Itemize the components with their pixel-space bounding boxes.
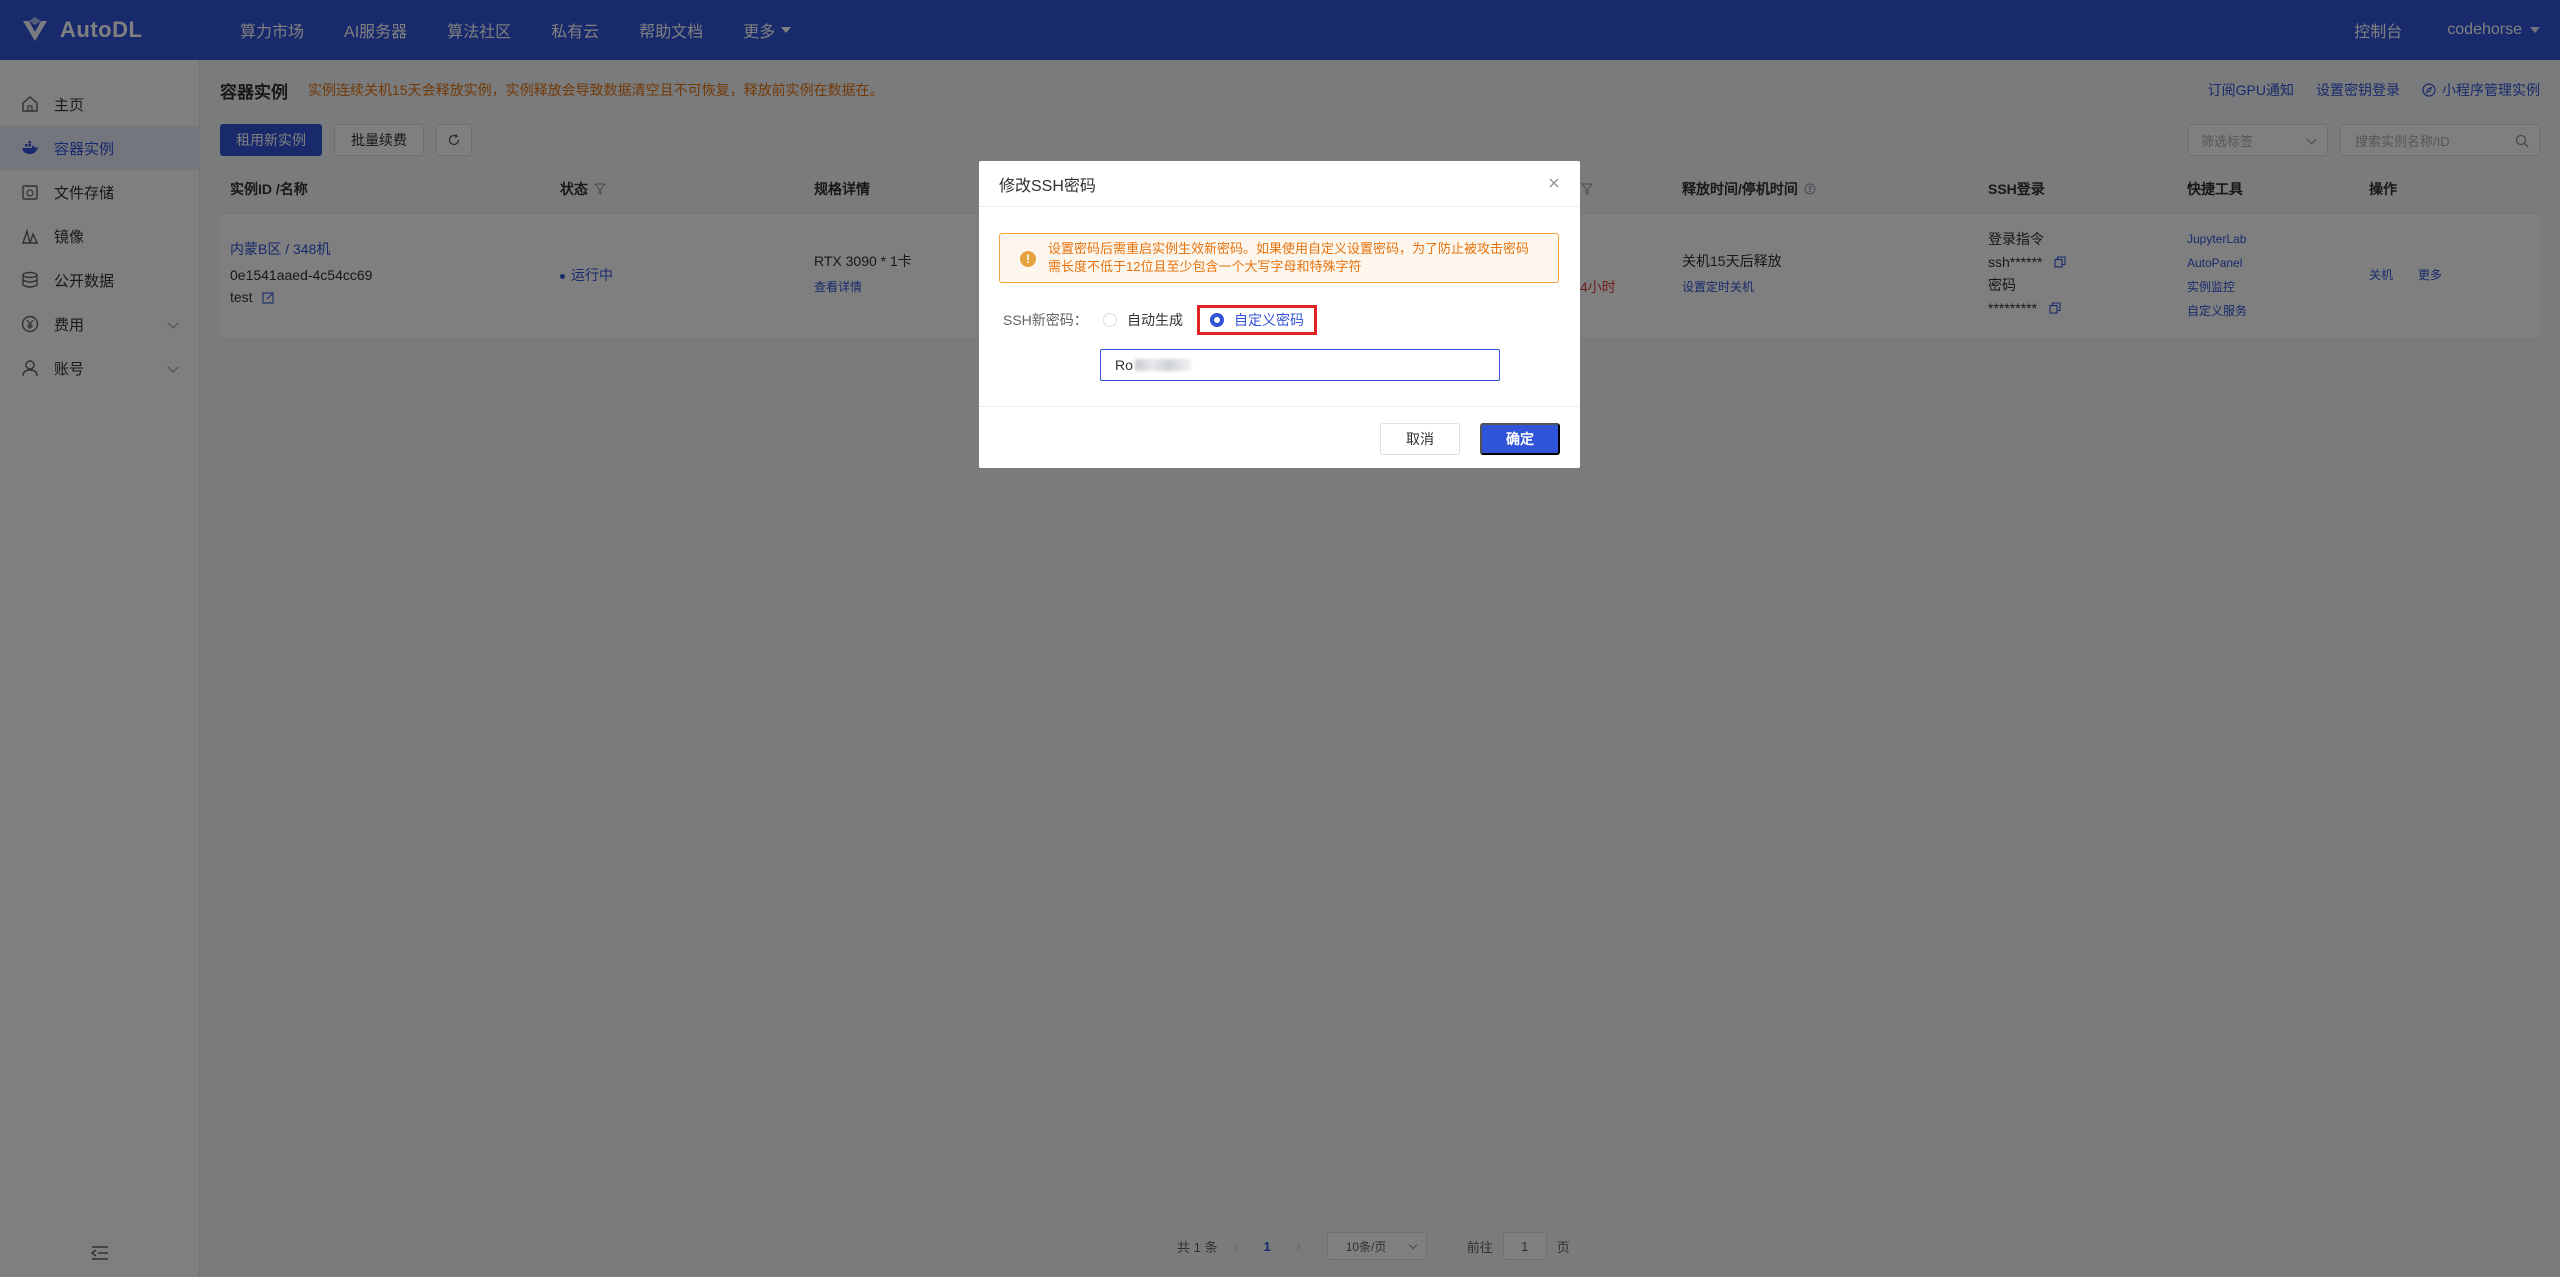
confirm-button[interactable]: 确定	[1480, 423, 1560, 455]
radio-auto-label: 自动生成	[1127, 312, 1183, 328]
password-visible-prefix: Ro	[1115, 357, 1133, 373]
password-mode-group: SSH新密码： 自动生成 自定义密码	[1003, 304, 1341, 336]
radio-auto-generate[interactable]: 自动生成	[1103, 310, 1183, 330]
ssh-password-dialog: 修改SSH密码 ! 设置密码后需重启实例生效新密码。如果使用自定义设置密码，为了…	[979, 161, 1580, 468]
cancel-button[interactable]: 取消	[1380, 423, 1460, 455]
dialog-title: 修改SSH密码	[999, 177, 1096, 195]
custom-password-input[interactable]: Ro	[1100, 349, 1500, 381]
close-icon[interactable]	[1546, 175, 1562, 191]
warning-icon: !	[1020, 251, 1036, 267]
alert-text: 设置密码后需重启实例生效新密码。如果使用自定义设置密码，为了防止被攻击密码需长度…	[1048, 241, 1530, 274]
dialog-footer: 取消 确定	[979, 406, 1580, 468]
dialog-header: 修改SSH密码	[979, 161, 1580, 207]
password-redacted	[1134, 359, 1191, 371]
radio-checked-icon	[1210, 313, 1224, 327]
radio-custom-label: 自定义密码	[1234, 312, 1304, 328]
radio-custom-password[interactable]: 自定义密码	[1197, 305, 1317, 335]
radio-circle-icon	[1103, 313, 1117, 327]
ssh-password-label: SSH新密码：	[1003, 312, 1088, 328]
dialog-alert: ! 设置密码后需重启实例生效新密码。如果使用自定义设置密码，为了防止被攻击密码需…	[999, 233, 1559, 283]
